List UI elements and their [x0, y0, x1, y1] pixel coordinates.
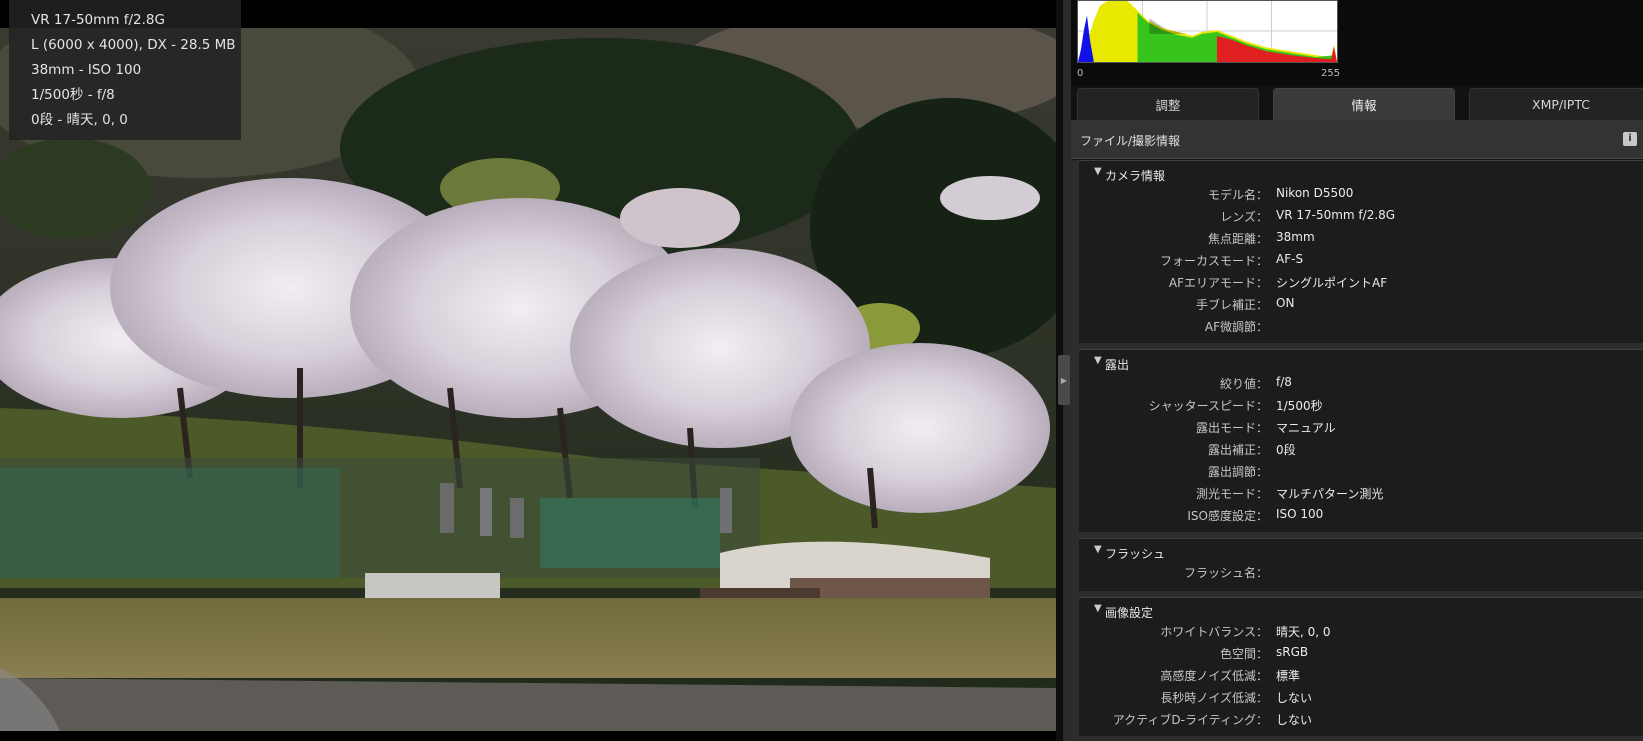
chevron-right-icon: ▶ — [1060, 375, 1068, 385]
image-settings-group: ▼ 画像設定 ホワイトバランス： 晴天, 0, 0 色空間： sRGB 高感度ノイズ低減：標… — [1079, 597, 1643, 736]
histogram-area: 0 255 — [1071, 0, 1643, 86]
info-row: ISO感度設定： ISO 100 — [1079, 504, 1643, 526]
collapse-triangle-icon[interactable]: ▼ — [1094, 355, 1102, 366]
overlay-shutter-aperture: 1/500秒 - f/8 — [31, 87, 115, 103]
info-row: アクティブD-ライティング： しない — [1079, 708, 1643, 730]
info-label: フォーカスモード： — [1159, 254, 1268, 268]
overlay-focal-iso: 38mm - ISO 100 — [31, 62, 142, 78]
group-title: 画像設定 — [1105, 606, 1154, 620]
info-label: フラッシュ名： — [1183, 566, 1268, 580]
info-row: AFエリアモード： シングルポイントAF — [1079, 271, 1643, 293]
tab-xmp-iptc[interactable]: XMP/IPTC — [1469, 88, 1643, 120]
info-label: 色空間： — [1219, 647, 1268, 661]
info-value: 38mm — [1276, 230, 1315, 244]
info-value: AF-S — [1276, 252, 1304, 266]
info-value: 晴天, 0, 0 — [1276, 625, 1331, 639]
group-header[interactable]: ▼ 露出 — [1079, 350, 1643, 372]
info-row: 露出補正： 0段 — [1079, 438, 1643, 460]
shooting-info-overlay: VR 17-50mm f/2.8G L (6000 x 4000), DX - … — [9, 0, 241, 140]
tab-info[interactable]: 情報 — [1273, 88, 1455, 120]
info-label: アクティブD-ライティング： — [1112, 713, 1268, 727]
info-value: 1/500秒 — [1276, 399, 1323, 413]
info-row: 露出調節： — [1079, 460, 1643, 482]
info-groups: ▼ カメラ情報 モデル名： Nikon D5500 レンズ： VR 17-50mm f/2… — [1071, 160, 1643, 741]
section-title: ファイル/撮影情報 — [1080, 134, 1181, 148]
info-row: 測光モード： マルチパターン測光 — [1079, 482, 1643, 504]
info-row: 絞り値： f/8 — [1079, 372, 1643, 394]
info-value: sRGB — [1276, 645, 1309, 659]
info-row: ホワイトバランス： 晴天, 0, 0 — [1079, 620, 1643, 642]
info-row: 焦点距離： 38mm — [1079, 227, 1643, 249]
info-value: シングルポイントAF — [1276, 276, 1388, 290]
info-value: マニュアル — [1276, 421, 1336, 435]
info-value: VR 17-50mm f/2.8G — [1276, 208, 1396, 222]
info-row: 手ブレ補正： ON — [1079, 293, 1643, 315]
right-panel: 0 255 調整 情報 XMP/IPTC ファイル/撮影情報 i ▼ カメラ情報モ… — [1071, 0, 1643, 741]
group-title: フラッシュ — [1105, 547, 1166, 561]
info-label: 露出補正： — [1207, 443, 1268, 457]
viewer-bottom-bar — [0, 731, 1063, 741]
info-value: ISO 100 — [1276, 507, 1324, 521]
info-row: レンズ： VR 17-50mm f/2.8G — [1079, 205, 1643, 227]
overlay-image-size: L (6000 x 4000), DX - 28.5 MB — [31, 37, 236, 53]
histogram-chart — [1077, 0, 1338, 63]
info-row: モデル名： Nikon D5500 — [1079, 183, 1643, 205]
group-header[interactable]: ▼ フラッシュ — [1079, 539, 1643, 561]
info-value: 0段 — [1276, 443, 1296, 457]
histogram-min-label: 0 — [1077, 68, 1084, 79]
info-value: f/8 — [1276, 375, 1292, 389]
info-label: モデル名： — [1207, 188, 1268, 202]
info-row: フラッシュ名： — [1079, 561, 1643, 583]
info-value: しない — [1276, 691, 1313, 705]
info-value: ON — [1276, 296, 1295, 310]
collapse-triangle-icon[interactable]: ▼ — [1094, 603, 1102, 614]
info-label: ホワイトバランス： — [1160, 625, 1268, 639]
info-icon[interactable]: i — [1623, 132, 1637, 146]
image-viewer[interactable]: VR 17-50mm f/2.8G L (6000 x 4000), DX - … — [0, 0, 1063, 741]
group-title: 露出 — [1105, 358, 1130, 372]
overlay-exposure-wb: 0段 - 晴天, 0, 0 — [31, 112, 128, 128]
info-label: 焦点距離： — [1207, 232, 1268, 246]
info-label: 測光モード： — [1195, 487, 1268, 501]
panel-tabs: 調整 情報 XMP/IPTC — [1071, 88, 1643, 120]
info-label: 露出調節： — [1207, 465, 1268, 479]
info-label: 手ブレ補正： — [1195, 298, 1268, 312]
info-label: 高感度ノイズ低減： — [1160, 669, 1268, 683]
info-row: 色空間： sRGB — [1079, 642, 1643, 664]
info-label: AF微調節： — [1204, 320, 1268, 334]
info-label: 絞り値： — [1219, 377, 1268, 391]
info-row: 露出モード： マニュアル — [1079, 416, 1643, 438]
overlay-lens: VR 17-50mm f/2.8G — [31, 12, 165, 28]
camera-info-group: ▼ カメラ情報モデル名： Nikon D5500 レンズ： VR 17-50mm f/2… — [1079, 160, 1643, 343]
info-row: AF微調節： — [1079, 315, 1643, 337]
exposure-group: ▼ 露出 絞り値： f/8 シャッタースピード： 1/500秒 露出モード： マニュアル 露出補… — [1079, 349, 1643, 532]
flash-group: ▼ フラッシュフラッシュ名： — [1079, 538, 1643, 591]
info-row: 長秒時ノイズ低減： しない — [1079, 686, 1643, 708]
histogram-max-label: 255 — [1321, 68, 1341, 79]
collapse-triangle-icon[interactable]: ▼ — [1094, 544, 1102, 555]
info-label: ISO感度設定： — [1187, 509, 1268, 523]
panel-collapse-handle[interactable]: ▶ — [1058, 355, 1070, 405]
file-shooting-info-header[interactable]: ファイル/撮影情報 i — [1071, 120, 1643, 159]
group-header[interactable]: ▼ カメラ情報 — [1079, 161, 1643, 183]
collapse-triangle-icon[interactable]: ▼ — [1094, 166, 1102, 177]
info-label: AFエリアモード： — [1168, 276, 1268, 290]
info-row: フォーカスモード： AF-S — [1079, 249, 1643, 271]
info-value: しない — [1276, 713, 1313, 727]
info-value: マルチパターン測光 — [1276, 487, 1384, 501]
info-label: 長秒時ノイズ低減： — [1160, 691, 1268, 705]
group-title: カメラ情報 — [1105, 169, 1166, 183]
group-header[interactable]: ▼ 画像設定 — [1079, 598, 1643, 620]
info-row: 高感度ノイズ低減： 標準 — [1079, 664, 1643, 686]
info-label: レンズ： — [1220, 210, 1268, 224]
info-label: シャッタースピード： — [1148, 399, 1268, 413]
info-label: 露出モード： — [1195, 421, 1268, 435]
info-value: Nikon D5500 — [1276, 186, 1354, 200]
tab-adjust[interactable]: 調整 — [1077, 88, 1259, 120]
info-row: シャッタースピード： 1/500秒 — [1079, 394, 1643, 416]
info-value: 標準 — [1276, 669, 1301, 683]
